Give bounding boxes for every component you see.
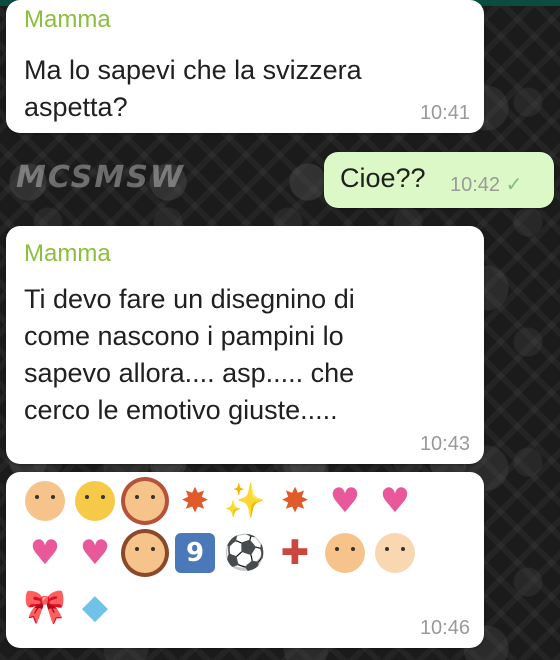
- message-time: 10:42 ✓: [450, 172, 522, 197]
- kiss-couple-icon: ♥: [379, 481, 411, 521]
- kiss-face-icon: [75, 481, 115, 521]
- hospital-icon: ✚: [280, 533, 310, 573]
- watermark: MCSMSW: [16, 160, 185, 195]
- sender-name: Mamma: [24, 240, 111, 267]
- message-time: 10:43: [419, 433, 470, 455]
- message-time: 10:41: [419, 102, 470, 124]
- message-bubble-incoming[interactable]: Mamma Ti devo fare un disegnino di come …: [6, 226, 484, 464]
- message-time-value: 10:42: [450, 174, 501, 196]
- soccer-ball-icon: ⚽: [223, 533, 267, 573]
- message-text: Cioe??: [340, 163, 426, 193]
- sent-check-icon: ✓: [505, 174, 523, 196]
- sender-name: Mamma: [24, 6, 111, 33]
- man-face-icon: [25, 481, 65, 521]
- emoji-row-1: ✸ ✨ ✸ ♥ ♥: [22, 478, 418, 524]
- sparkles-icon: ✨: [223, 481, 267, 521]
- kiss-couple-icon: ♥: [29, 533, 61, 573]
- family-icon: [325, 533, 365, 573]
- kiss-couple-icon: ♥: [329, 481, 361, 521]
- message-time: 10:46: [419, 617, 470, 639]
- kiss-couple-icon: ♥: [79, 533, 111, 573]
- emoji-row-2: ♥ ♥ 9 ⚽ ✚: [22, 530, 418, 576]
- emoji-row-3: 🎀 ◆: [22, 584, 118, 630]
- collision-icon: ✸: [180, 481, 210, 521]
- message-bubble-incoming[interactable]: Mamma Ma lo sapevi che la svizzera aspet…: [6, 0, 484, 133]
- baby-icon: [375, 533, 415, 573]
- message-bubble-outgoing[interactable]: Cioe?? 10:42 ✓: [324, 152, 554, 208]
- diamond-icon: ◆: [81, 587, 109, 627]
- keycap-9-icon: 9: [175, 533, 215, 573]
- woman-face-icon: [125, 481, 165, 521]
- collision-icon: ✸: [280, 481, 310, 521]
- woman-bunny-icon: [125, 533, 165, 573]
- message-text: Ti devo fare un disegnino di come nascon…: [24, 284, 355, 425]
- message-text: Ma lo sapevi che la svizzera aspetta?: [24, 55, 362, 122]
- ribbon-icon: 🎀: [23, 587, 67, 627]
